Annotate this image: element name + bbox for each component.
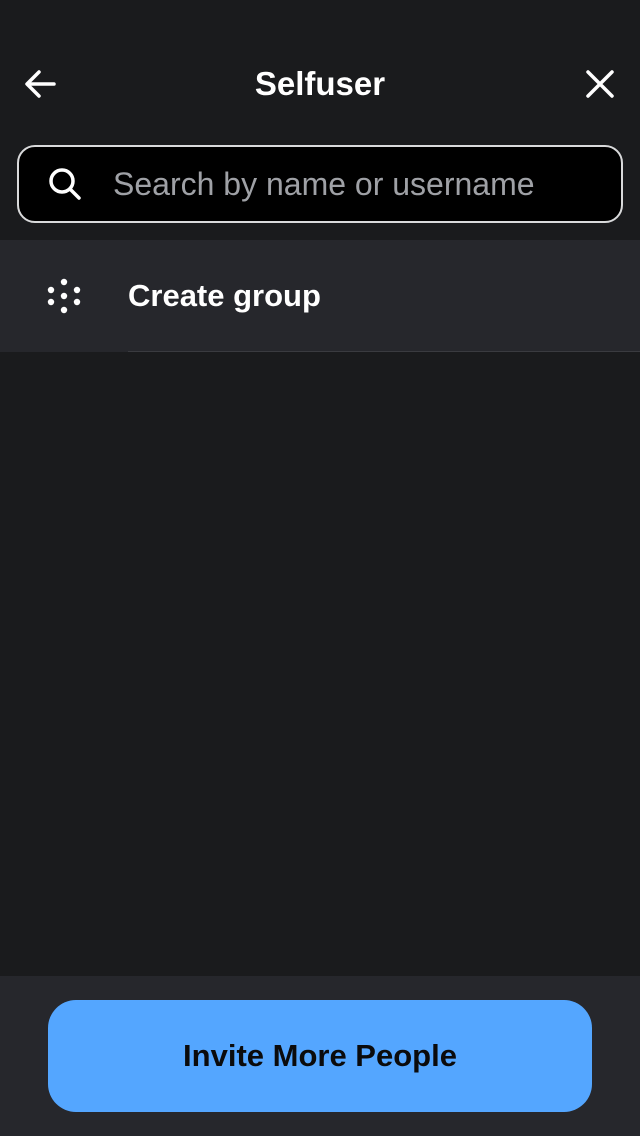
search-icon <box>45 164 85 204</box>
page-title: Selfuser <box>254 65 386 102</box>
participants-screen: Selfuser Create <box>0 0 640 1136</box>
close-button[interactable] <box>578 62 622 106</box>
row-divider <box>128 351 640 352</box>
header-bar: Selfuser <box>0 40 640 128</box>
search-field[interactable] <box>17 145 623 223</box>
search-input[interactable] <box>113 154 621 214</box>
footer-bar: Invite More People <box>0 976 640 1136</box>
group-icon <box>44 276 84 316</box>
invite-more-people-button[interactable]: Invite More People <box>48 1000 592 1112</box>
close-icon <box>586 70 614 98</box>
create-group-label: Create group <box>128 278 321 313</box>
create-group-item[interactable]: Create group <box>0 240 640 352</box>
